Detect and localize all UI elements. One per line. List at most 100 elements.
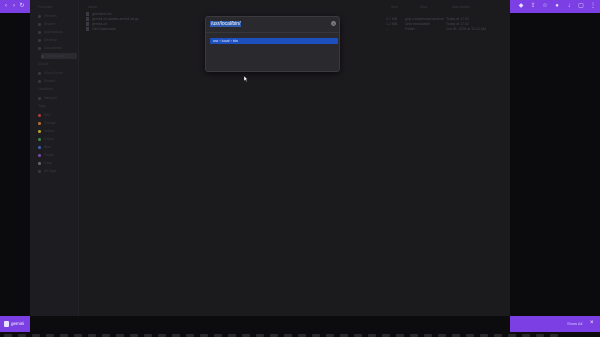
taskbar-app-icon[interactable] xyxy=(144,333,152,337)
sidebar-item-label: Blue xyxy=(44,145,52,149)
share-icon[interactable]: ⇪ xyxy=(530,3,536,9)
taskbar-app-icon[interactable] xyxy=(32,333,40,337)
right-panel xyxy=(510,13,600,316)
sidebar-item[interactable]: Shared xyxy=(38,78,55,84)
taskbar-app-icon[interactable] xyxy=(18,333,26,337)
left-panel xyxy=(0,13,30,316)
star-icon[interactable]: ☆ xyxy=(542,3,548,9)
forward-icon[interactable]: › xyxy=(11,3,17,9)
sidebar-item[interactable]: Gray xyxy=(38,160,52,166)
folder-icon xyxy=(41,54,44,58)
sidebar-section-header: Favorites xyxy=(38,4,52,10)
column-name[interactable]: Name xyxy=(88,5,97,9)
taskbar-app-icon[interactable] xyxy=(158,333,166,337)
taskbar-app-icon[interactable] xyxy=(270,333,278,337)
tag-color-icon xyxy=(38,161,41,165)
sidebar-item[interactable]: Recents xyxy=(38,13,57,19)
column-size[interactable]: Size xyxy=(391,5,398,9)
sidebar-item[interactable]: Network xyxy=(38,95,57,101)
sidebar-item-label: iCloud Drive xyxy=(44,71,64,75)
sidebar-item[interactable]: Green xyxy=(38,136,54,142)
taskbar-app-icon[interactable] xyxy=(368,333,376,337)
tag-color-icon xyxy=(38,113,41,117)
tag-color-icon xyxy=(38,129,41,133)
reload-icon[interactable]: ↻ xyxy=(19,3,25,9)
taskbar-app-icon[interactable] xyxy=(88,333,96,337)
folder-icon xyxy=(38,71,41,75)
taskbar-app-icon[interactable] xyxy=(340,333,348,337)
file-name: Old Downloads xyxy=(92,27,116,31)
sidebar-item[interactable]: Red xyxy=(38,112,50,118)
taskbar-app-icon[interactable] xyxy=(550,333,558,337)
taskbar-app-icon[interactable] xyxy=(60,333,68,337)
taskbar-app-icon[interactable] xyxy=(172,333,180,337)
taskbar-app-icon[interactable] xyxy=(326,333,334,337)
sidebar-item[interactable]: All Tags... xyxy=(38,168,59,174)
menu-icon[interactable]: ⋮ xyxy=(590,3,596,9)
sidebar-item[interactable]: Blue xyxy=(38,144,51,150)
taskbar-app-icon[interactable] xyxy=(536,333,544,337)
taskbar-app-icon[interactable] xyxy=(46,333,54,337)
show-all-link[interactable]: Show All xyxy=(567,321,582,326)
sidebar-item-label: iCloud xyxy=(38,62,48,66)
clear-icon[interactable]: × xyxy=(331,21,336,26)
taskbar-app-icon[interactable] xyxy=(508,333,516,337)
taskbar-app-icon[interactable] xyxy=(522,333,530,337)
tab-icon[interactable]: ▢ xyxy=(578,3,584,9)
file-date: Jun 26, 2025 at 10:12 AM xyxy=(446,27,486,31)
close-icon[interactable]: × xyxy=(590,320,596,326)
taskbar-app-icon[interactable] xyxy=(494,333,502,337)
taskbar-app-icon[interactable] xyxy=(354,333,362,337)
file-date: Today at 17:02 xyxy=(446,17,469,21)
taskbar-app-icon[interactable] xyxy=(452,333,460,337)
sidebar-item[interactable]: Documents xyxy=(38,45,62,51)
column-kind[interactable]: Kind xyxy=(420,5,427,9)
sidebar-item[interactable]: Applications xyxy=(38,29,63,35)
taskbar-app-icon[interactable] xyxy=(214,333,222,337)
taskbar-app-icon[interactable] xyxy=(424,333,432,337)
browser-toolbar-left: ‹ › ↻ xyxy=(0,0,30,13)
file-date: Today at 17:02 xyxy=(446,22,469,26)
download-item-label[interactable]: gemini xyxy=(11,321,24,326)
path-suggestion[interactable]: usr › local › bin xyxy=(210,38,338,44)
sidebar-item-label: Applications xyxy=(44,30,63,34)
sidebar-item[interactable]: Downloads xyxy=(41,53,77,59)
download-icon[interactable]: ↓ xyxy=(566,3,572,9)
sidebar-item[interactable]: Desktop xyxy=(38,37,57,43)
sidebar-item-label: Purple xyxy=(44,153,55,157)
folder-path-input[interactable]: /usr/local/bin/ xyxy=(210,21,332,28)
taskbar-app-icon[interactable] xyxy=(298,333,306,337)
taskbar-app-icon[interactable] xyxy=(200,333,208,337)
taskbar-app-icon[interactable] xyxy=(466,333,474,337)
taskbar-app-icon[interactable] xyxy=(312,333,320,337)
taskbar-app-icon[interactable] xyxy=(480,333,488,337)
taskbar-app-icon[interactable] xyxy=(242,333,250,337)
sidebar-item[interactable]: Purple xyxy=(38,152,54,158)
sidebar-item-label: All Tags... xyxy=(44,169,60,173)
file-kind: Unix executable xyxy=(405,22,430,26)
taskbar-app-icon[interactable] xyxy=(396,333,404,337)
sidebar-item-label: Red xyxy=(44,113,51,117)
taskbar-app-icon[interactable] xyxy=(382,333,390,337)
taskbar-app-icon[interactable] xyxy=(284,333,292,337)
sidebar-item[interactable]: Yellow xyxy=(38,128,54,134)
file-kind: gzip compressed archive xyxy=(405,17,444,21)
taskbar-app-icon[interactable] xyxy=(116,333,124,337)
extension-icon[interactable]: ◆ xyxy=(518,3,524,9)
taskbar-app-icon[interactable] xyxy=(410,333,418,337)
taskbar-app-icon[interactable] xyxy=(4,333,12,337)
taskbar-app-icon[interactable] xyxy=(186,333,194,337)
sidebar-item[interactable]: iCloud Drive xyxy=(38,70,63,76)
sidebar-item[interactable]: Orange xyxy=(38,120,56,126)
taskbar-app-icon[interactable] xyxy=(438,333,446,337)
taskbar-app-icon[interactable] xyxy=(74,333,82,337)
file-name: gemini-cli xyxy=(92,22,107,26)
profile-icon[interactable]: ● xyxy=(554,3,560,9)
taskbar-app-icon[interactable] xyxy=(130,333,138,337)
column-date-added[interactable]: Date Added xyxy=(452,5,470,9)
taskbar-app-icon[interactable] xyxy=(228,333,236,337)
back-icon[interactable]: ‹ xyxy=(3,3,9,9)
taskbar-app-icon[interactable] xyxy=(102,333,110,337)
taskbar-app-icon[interactable] xyxy=(256,333,264,337)
sidebar-item[interactable]: Shared xyxy=(38,21,55,27)
